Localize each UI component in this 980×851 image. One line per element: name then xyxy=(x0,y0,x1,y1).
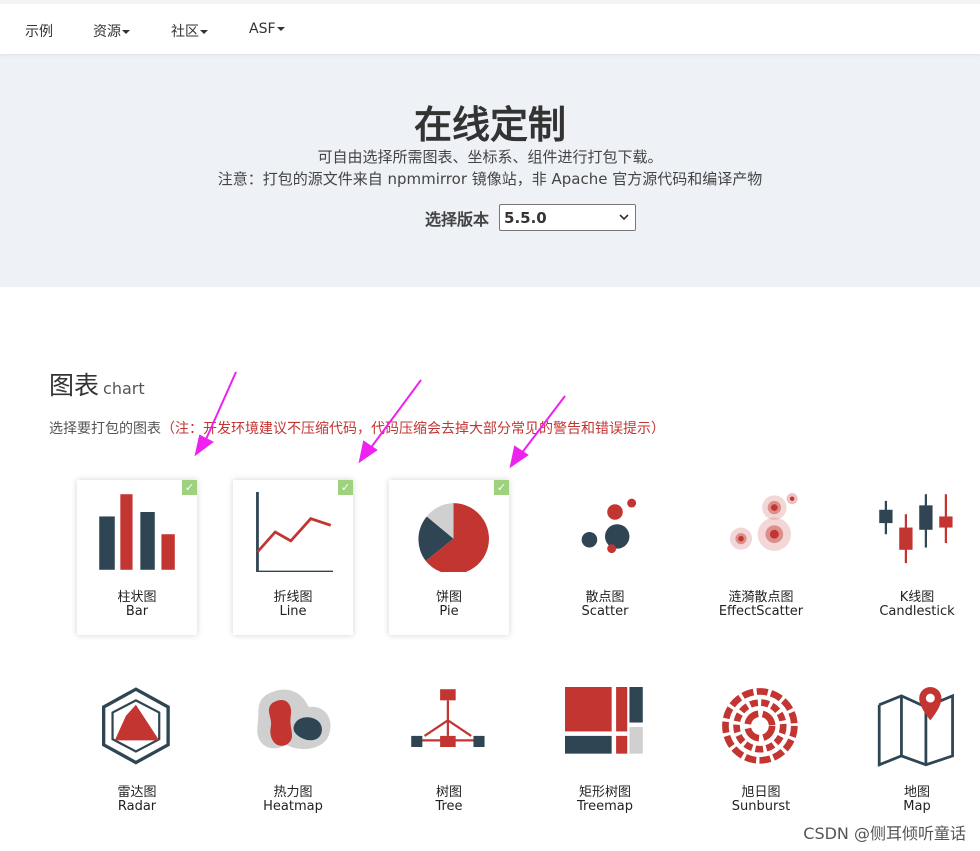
chart-option-label-en: Radar xyxy=(117,799,157,814)
chart-option-radar[interactable]: 雷达图 Radar xyxy=(77,675,197,830)
candlestick-icon xyxy=(879,494,953,564)
hero-banner: 在线定制 可自由选择所需图表、坐标系、组件进行打包下载。 注意：打包的源文件来自… xyxy=(0,54,980,287)
treemap-icon xyxy=(565,687,643,754)
caret-down-icon xyxy=(200,30,208,34)
chart-option-label-zh: 散点图 xyxy=(585,590,625,605)
chart-option-sunburst[interactable]: 旭日图 Sunburst xyxy=(701,675,821,830)
chart-option-effectscatter[interactable]: 涟漪散点图 EffectScatter xyxy=(701,480,821,635)
version-value: 5.5.0 xyxy=(504,208,547,227)
chart-option-label-zh: K线图 xyxy=(899,590,935,605)
tree-chart-icon xyxy=(411,689,485,747)
caret-down-icon xyxy=(276,27,285,31)
nav-item-label: 示例 xyxy=(25,24,53,40)
scatter-chart-icon xyxy=(581,498,637,554)
chart-option-candlestick[interactable]: K线图 Candlestick xyxy=(857,480,977,635)
chart-option-label-en: Scatter xyxy=(581,604,629,619)
nav-item-community[interactable]: 社区 xyxy=(171,21,208,41)
chart-option-label-zh: 矩形树图 xyxy=(578,785,631,800)
chart-option-label-en: Line xyxy=(279,604,307,619)
section-note: 选择要打包的图表（注：开发环境建议不压缩代码，代码压缩会去掉大部分常见的警告和错… xyxy=(49,418,665,438)
caret-down-icon xyxy=(122,30,130,34)
chart-option-label-en: Sunburst xyxy=(731,799,791,814)
chart-option-map[interactable]: 地图 Map xyxy=(857,675,977,830)
bar-chart-icon xyxy=(99,494,175,570)
arrow-head-icon xyxy=(194,434,214,457)
chart-option-label-en: Map xyxy=(903,799,931,814)
nav-item-label: ASF xyxy=(249,21,276,37)
radar-chart-icon xyxy=(102,687,170,765)
annotation-arrow-2 xyxy=(366,379,422,454)
chart-option-label-en: Treemap xyxy=(577,799,633,814)
chart-option-label-zh: 地图 xyxy=(903,785,930,800)
chevron-down-icon xyxy=(619,214,629,221)
page-title: 在线定制 xyxy=(413,103,566,147)
chart-option-label-zh: 折线图 xyxy=(273,590,313,605)
hero-notice: 注意：打包的源文件来自 npmmirror 镜像站，非 Apache 官方源代码… xyxy=(217,170,763,188)
map-icon xyxy=(877,687,954,767)
chart-option-label-zh: 雷达图 xyxy=(117,785,157,800)
chart-option-label-en: Bar xyxy=(125,604,149,619)
chart-option-label-zh: 树图 xyxy=(435,785,462,800)
chart-option-scatter[interactable]: 散点图 Scatter xyxy=(545,480,665,635)
effect-scatter-icon xyxy=(729,493,798,551)
watermark: CSDN @侧耳倾听童话 xyxy=(803,824,966,843)
nav-item-label: 社区 xyxy=(171,24,199,40)
sunburst-icon xyxy=(722,688,798,764)
nav-item-resources[interactable]: 资源 xyxy=(93,21,130,41)
checkmark-icon: ✓ xyxy=(338,480,353,495)
nav-item-examples[interactable]: 示例 xyxy=(25,21,53,41)
arrow-head-icon xyxy=(358,440,378,464)
chart-option-treemap[interactable]: 矩形树图 Treemap xyxy=(545,675,665,830)
chart-option-label-en: EffectScatter xyxy=(718,604,804,619)
chart-option-heatmap[interactable]: 热力图 Heatmap xyxy=(233,675,353,830)
chart-option-label-en: Heatmap xyxy=(263,799,323,814)
nav-item-asf[interactable]: ASF xyxy=(249,21,285,37)
version-select[interactable]: 5.5.0 xyxy=(499,204,637,231)
chart-option-label-zh: 热力图 xyxy=(273,785,313,800)
heatmap-icon xyxy=(257,689,331,750)
nav-item-label: 资源 xyxy=(93,24,121,40)
chart-option-line[interactable]: ✓ 折线图 Line xyxy=(233,480,353,635)
top-navbar: 示例 资源 社区 ASF xyxy=(0,0,980,54)
chart-option-label-en: Candlestick xyxy=(879,604,955,619)
section-title: 图表 chart xyxy=(49,366,145,402)
hero-description: 可自由选择所需图表、坐标系、组件进行打包下载。 xyxy=(317,148,663,166)
section-title-main: 图表 xyxy=(49,371,100,400)
chart-option-label-zh: 饼图 xyxy=(435,590,462,605)
chart-option-label-zh: 柱状图 xyxy=(117,590,157,605)
version-row: 选择版本 5.5.0 xyxy=(425,204,637,231)
checkmark-icon: ✓ xyxy=(494,480,509,495)
chart-option-label-zh: 旭日图 xyxy=(741,785,781,800)
pie-chart-icon xyxy=(418,503,489,572)
arrow-head-icon xyxy=(509,445,529,469)
chart-option-label-zh: 涟漪散点图 xyxy=(728,590,794,605)
chart-option-label-en: Tree xyxy=(435,799,463,814)
chart-option-pie[interactable]: ✓ 饼图 Pie xyxy=(389,480,509,635)
section-note-warning: （注：开发环境建议不压缩代码，代码压缩会去掉大部分常见的警告和错误提示） xyxy=(161,421,665,437)
checkmark-icon: ✓ xyxy=(182,480,197,495)
section-note-text: 选择要打包的图表 xyxy=(49,421,161,437)
version-label: 选择版本 xyxy=(425,209,490,229)
line-chart-icon xyxy=(256,492,333,572)
chart-option-tree[interactable]: 树图 Tree xyxy=(389,675,509,830)
chart-option-bar[interactable]: ✓ 柱状图 Bar xyxy=(77,480,197,635)
section-title-sub: chart xyxy=(103,379,145,398)
chart-option-label-en: Pie xyxy=(439,604,459,619)
